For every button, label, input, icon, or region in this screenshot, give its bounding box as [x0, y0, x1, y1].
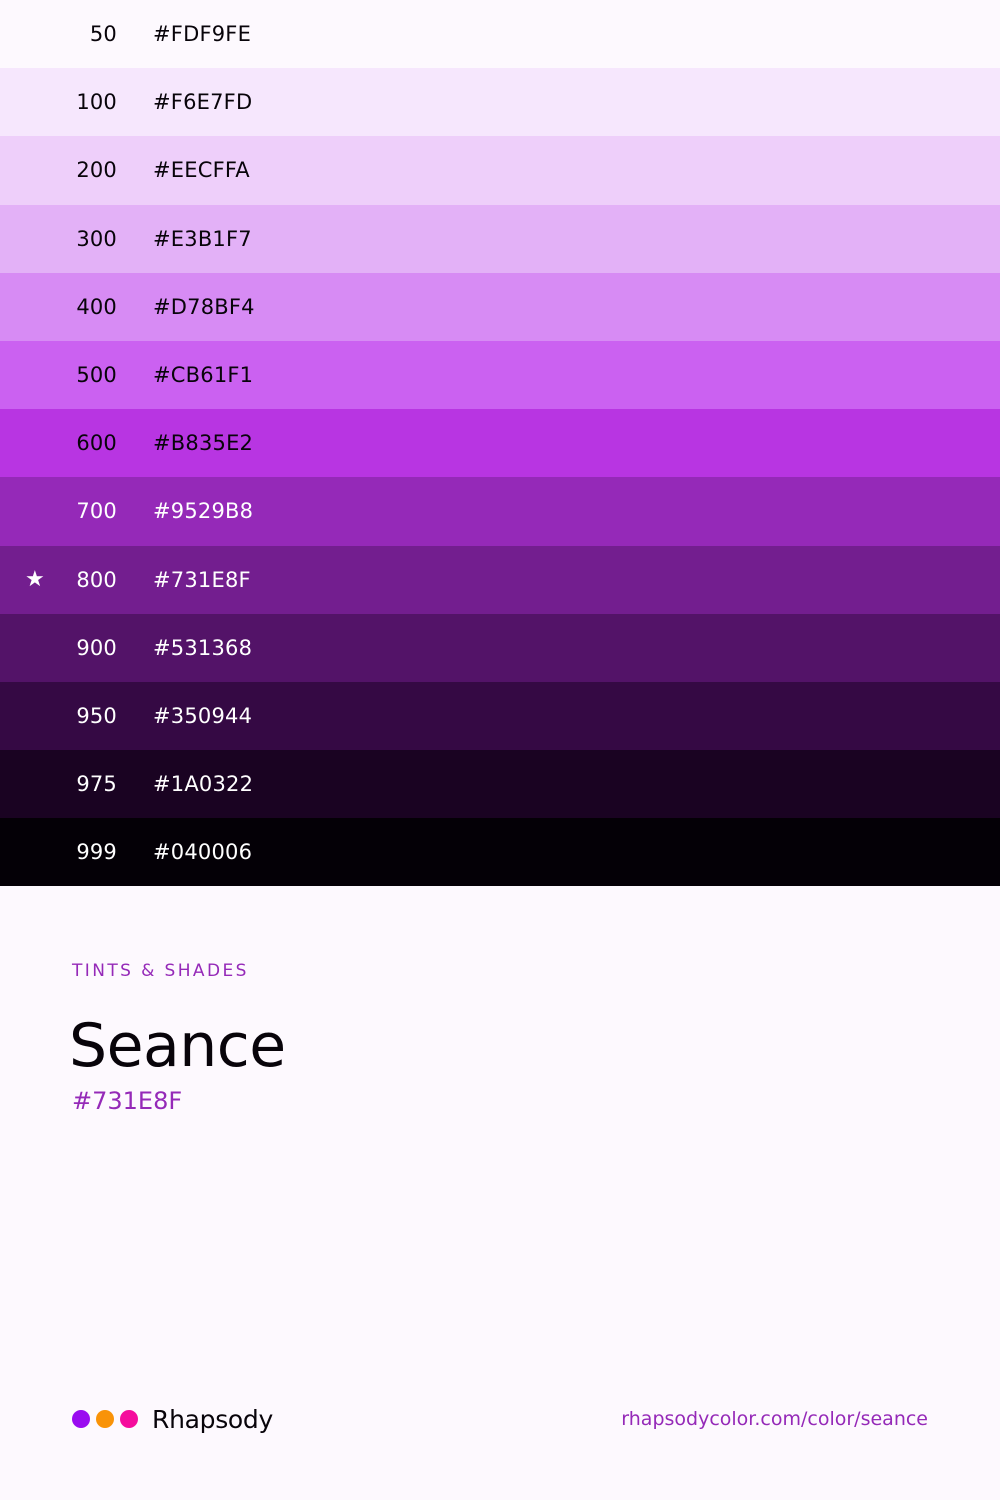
swatch-hex-code[interactable]: #731E8F	[153, 568, 251, 592]
swatch-hex-code[interactable]: #FDF9FE	[153, 22, 251, 46]
color-hex-code: #731E8F	[72, 1087, 183, 1115]
swatch-hex-code[interactable]: #E3B1F7	[153, 227, 252, 251]
logo-dot-orange-icon	[96, 1410, 114, 1428]
swatch-shade-label: 999	[76, 840, 117, 865]
swatch-hex-code[interactable]: #F6E7FD	[153, 90, 252, 114]
swatch-shade-label: 975	[76, 772, 117, 797]
swatch-row-100[interactable]: 100 #F6E7FD	[0, 68, 1000, 137]
swatch-hex-code[interactable]: #EECFFA	[153, 158, 250, 182]
swatch-shade-label: 100	[76, 90, 117, 115]
swatch-row-400[interactable]: 400 #D78BF4	[0, 272, 1000, 341]
swatch-shade-label: 800	[76, 567, 117, 592]
swatch-shade-label: 200	[76, 158, 117, 183]
swatch-row-200[interactable]: 200 #EECFFA	[0, 136, 1000, 205]
brand-logo[interactable]: Rhapsody	[72, 1402, 273, 1436]
swatch-shade-label: 900	[76, 635, 117, 660]
swatch-hex-code[interactable]: #9529B8	[153, 499, 253, 523]
swatch-hex-code[interactable]: #B835E2	[153, 431, 253, 455]
swatch-shade-label: 950	[76, 703, 117, 728]
swatch-row-800[interactable]: ★ 800 #731E8F	[0, 545, 1000, 614]
star-icon: ★	[25, 566, 45, 592]
swatch-hex-code[interactable]: #531368	[153, 636, 252, 660]
swatch-shade-label: 400	[76, 294, 117, 319]
swatch-row-950[interactable]: 950 #350944	[0, 681, 1000, 751]
brand-name: Rhapsody	[152, 1404, 273, 1434]
swatch-row-300[interactable]: 300 #E3B1F7	[0, 204, 1000, 273]
section-eyebrow: TINTS & SHADES	[72, 961, 249, 981]
swatch-shade-label: 300	[76, 226, 117, 251]
color-info: TINTS & SHADES Seance #731E8F	[69, 958, 286, 1118]
swatch-shade-label: 700	[76, 499, 117, 524]
swatch-hex-code[interactable]: #350944	[153, 704, 252, 728]
logo-dot-purple-icon	[72, 1410, 90, 1428]
swatch-row-999[interactable]: 999 #040006	[0, 818, 1000, 887]
swatch-row-975[interactable]: 975 #1A0322	[0, 750, 1000, 819]
swatch-list: 50 #FDF9FE 100 #F6E7FD 200 #EECFFA 300 #E3B1F7 4…	[0, 0, 1000, 887]
color-name-title: Seance	[69, 1011, 286, 1081]
swatch-hex-code[interactable]: #D78BF4	[153, 295, 255, 319]
swatch-hex-code[interactable]: #1A0322	[153, 772, 253, 796]
swatch-row-700[interactable]: 700 #9529B8	[0, 477, 1000, 546]
swatch-row-900[interactable]: 900 #531368	[0, 613, 1000, 682]
swatch-row-600[interactable]: 600 #B835E2	[0, 409, 1000, 478]
swatch-shade-label: 600	[76, 431, 117, 456]
swatch-hex-code[interactable]: #040006	[153, 840, 252, 864]
swatch-hex-code[interactable]: #CB61F1	[153, 363, 253, 387]
swatch-shade-label: 50	[89, 22, 117, 47]
swatch-shade-label: 500	[76, 363, 117, 388]
swatch-row-500[interactable]: 500 #CB61F1	[0, 340, 1000, 410]
logo-dot-pink-icon	[120, 1410, 138, 1428]
swatch-row-50[interactable]: 50 #FDF9FE	[0, 0, 1000, 69]
color-page-link[interactable]: rhapsodycolor.com/color/seance	[621, 1408, 928, 1430]
